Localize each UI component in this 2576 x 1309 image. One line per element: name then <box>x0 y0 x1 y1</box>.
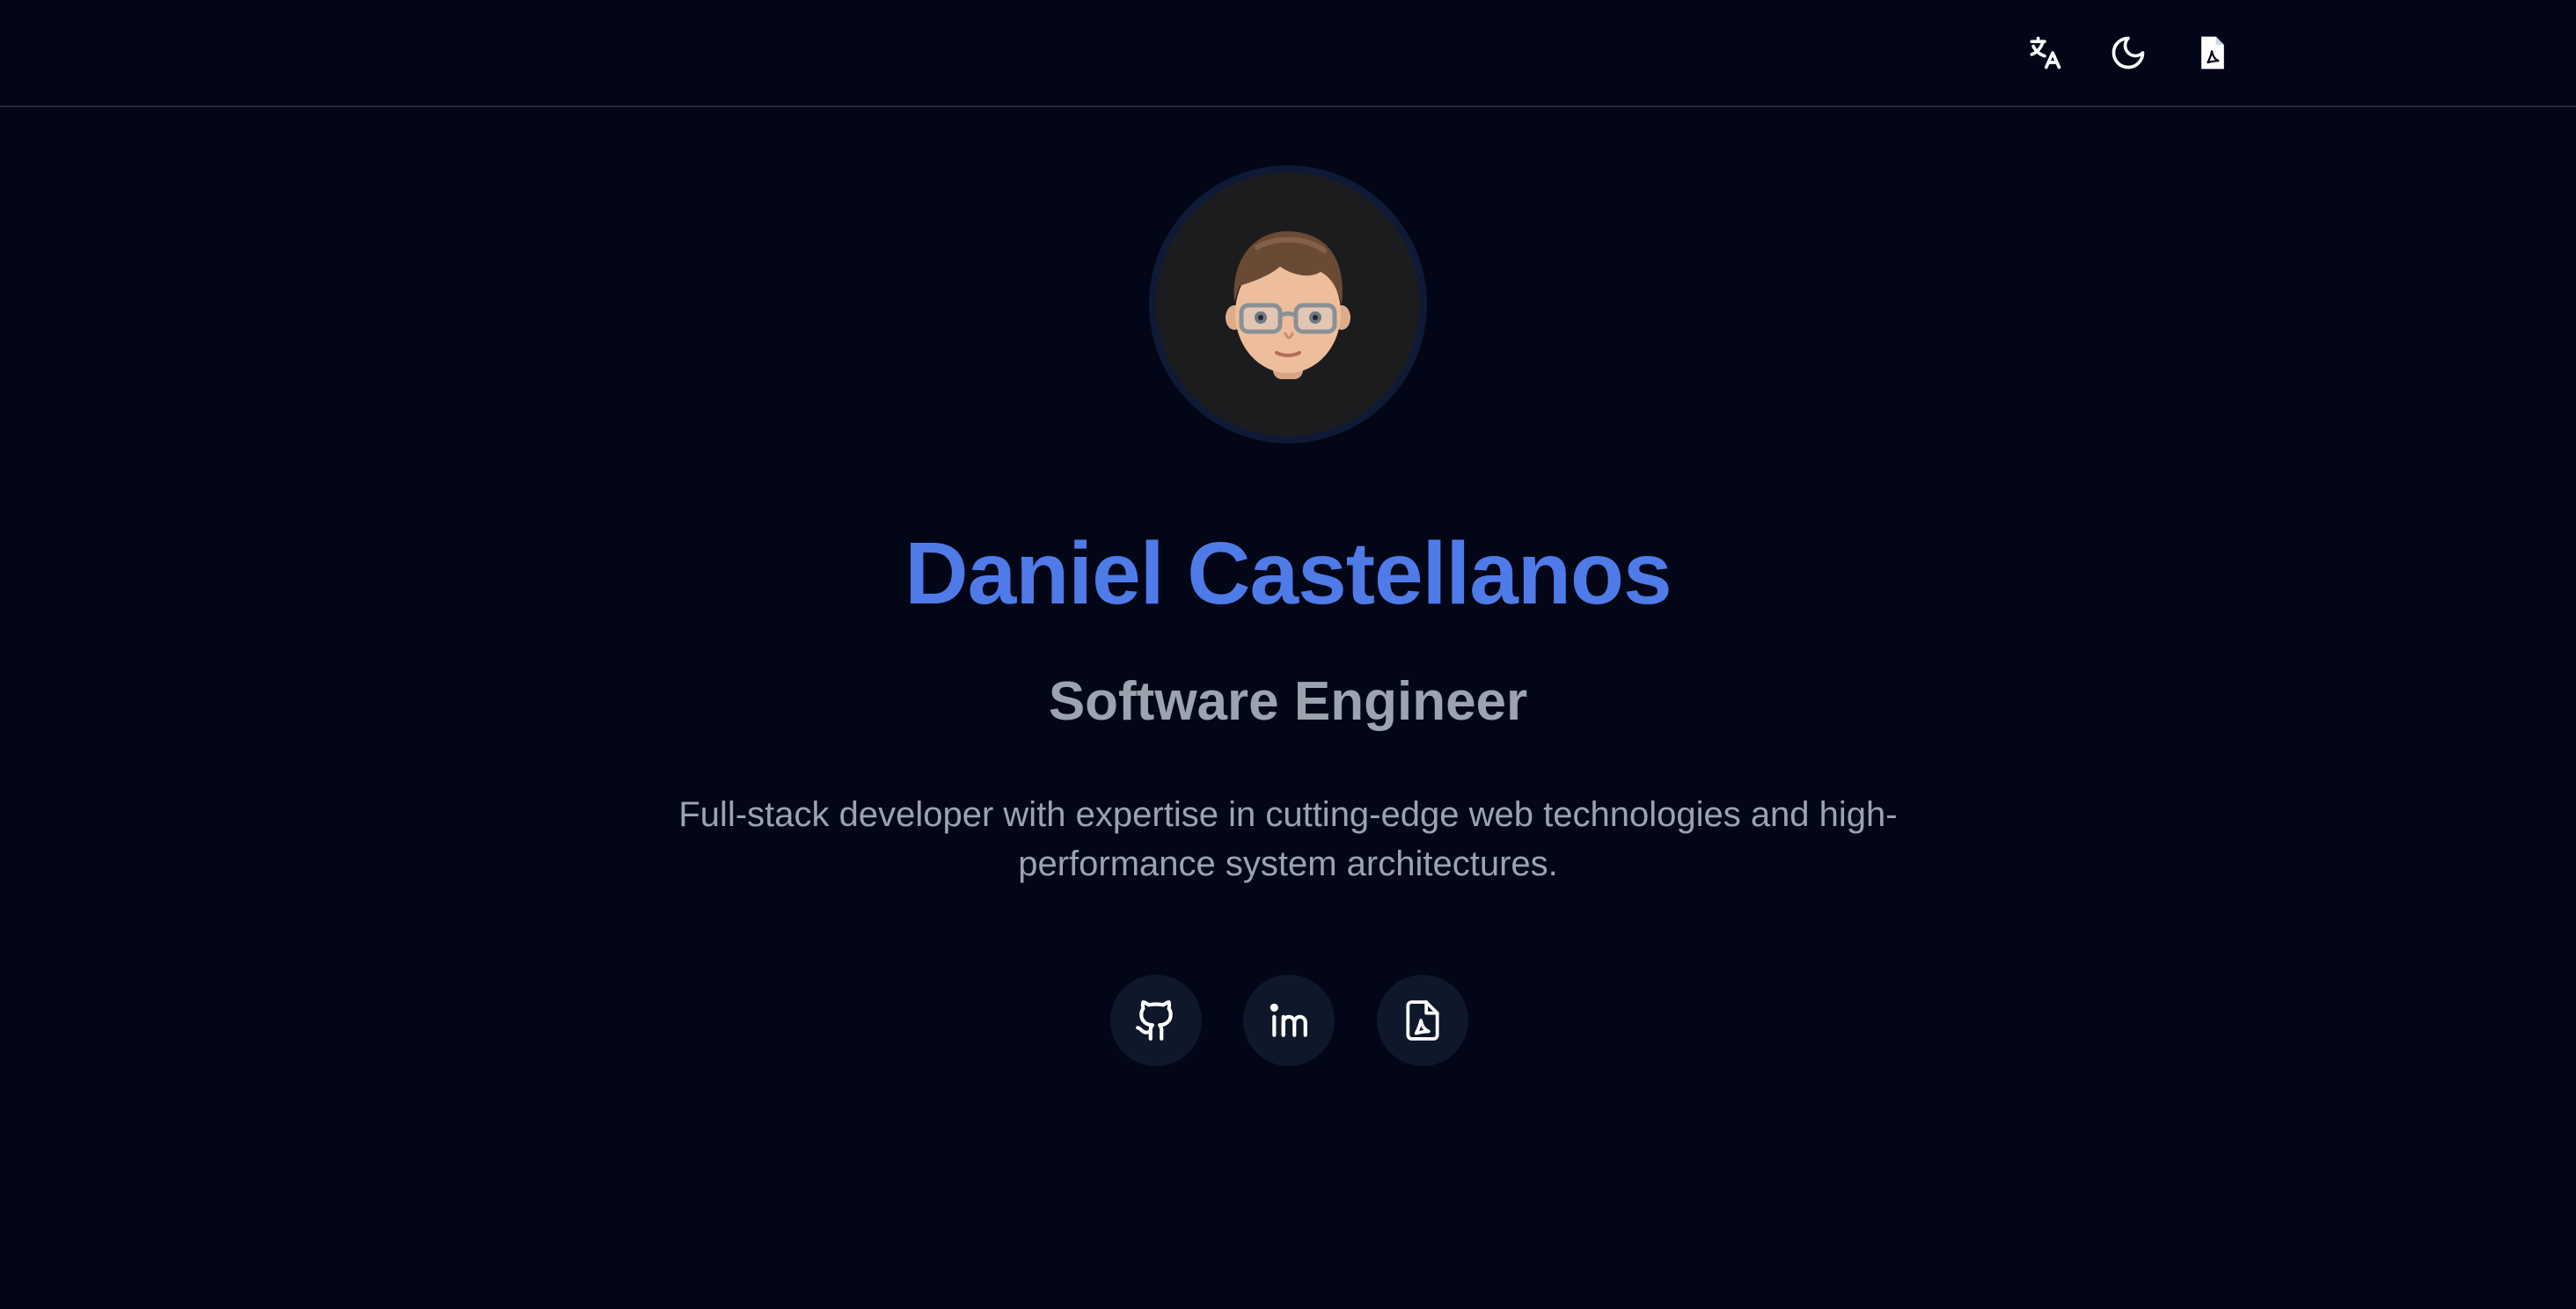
pdf-file-icon <box>1406 1000 1439 1041</box>
profile-name: Daniel Castellanos <box>904 524 1672 623</box>
profile-title: Software Engineer <box>1048 671 1528 732</box>
linkedin-icon <box>1270 1003 1307 1037</box>
memoji-avatar-image <box>1226 230 1350 379</box>
translate-icon <box>2030 36 2061 69</box>
pdf-icon <box>2201 36 2224 69</box>
linkedin-link[interactable] <box>1243 975 1335 1066</box>
theme-toggle-button[interactable] <box>2100 25 2156 81</box>
language-toggle-button[interactable] <box>2016 25 2073 81</box>
github-icon <box>1136 1000 1173 1041</box>
download-pdf-button[interactable] <box>2184 25 2241 81</box>
github-link[interactable] <box>1110 975 1202 1066</box>
moon-icon <box>2111 36 2145 69</box>
page: Daniel Castellanos Software Engineer Ful… <box>0 0 2576 1309</box>
top-navbar <box>0 0 2576 107</box>
resume-pdf-link[interactable] <box>1377 975 1468 1066</box>
profile-description: Full-stack developer with expertise in c… <box>678 795 1898 883</box>
avatar <box>1149 165 1427 443</box>
